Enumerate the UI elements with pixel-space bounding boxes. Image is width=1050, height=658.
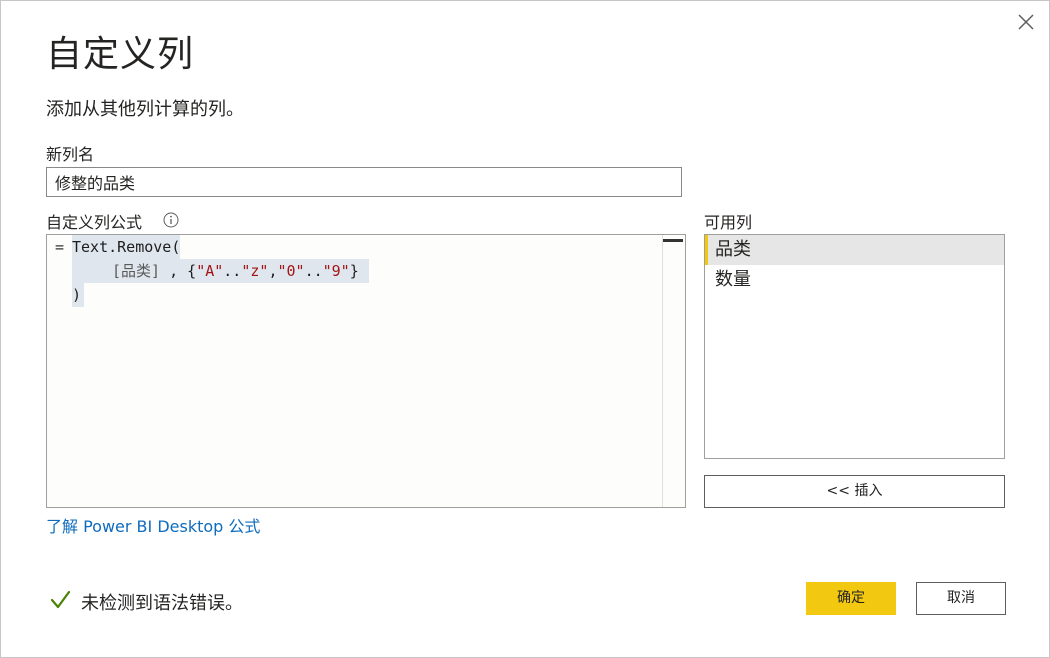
code-line-1: = Text.Remove( <box>47 235 663 259</box>
status-text: 未检测到语法错误。 <box>81 593 243 614</box>
formula-function: Text.Remove( <box>72 235 181 259</box>
formula-range-op: .. <box>304 262 323 280</box>
cancel-button[interactable]: 取消 <box>916 582 1006 615</box>
learn-formulas-link[interactable]: 了解 Power BI Desktop 公式 <box>46 513 260 537</box>
close-icon[interactable] <box>1015 11 1037 33</box>
info-icon[interactable] <box>163 212 179 228</box>
formula-editor[interactable]: = Text.Remove( [品类] , {"A".."z","0".."9"… <box>46 234 686 508</box>
custom-column-dialog: 自定义列 添加从其他列计算的列。 新列名 自定义列公式 = Text.Remov… <box>0 0 1050 658</box>
available-columns-label: 可用列 <box>704 213 753 232</box>
new-column-name-input[interactable] <box>46 167 682 197</box>
formula-string-a: "A" <box>196 262 224 280</box>
dialog-subtitle: 添加从其他列计算的列。 <box>46 99 244 120</box>
formula-code[interactable]: = Text.Remove( [品类] , {"A".."z","0".."9"… <box>47 235 663 307</box>
formula-string-9: "9" <box>322 262 350 280</box>
available-columns-list[interactable]: 品类 数量 <box>704 234 1005 459</box>
dialog-title: 自定义列 <box>46 34 195 75</box>
editor-scrollbar[interactable] <box>662 235 685 507</box>
formula-string-0: "0" <box>277 262 305 280</box>
check-icon <box>50 590 71 609</box>
column-item-quantity[interactable]: 数量 <box>705 265 1004 295</box>
formula-label: 自定义列公式 <box>46 213 143 232</box>
code-line-2: [品类] , {"A".."z","0".."9"} <box>47 259 663 283</box>
scrollbar-thumb[interactable] <box>663 239 683 242</box>
formula-range-op: .. <box>223 262 242 280</box>
formula-separator: , { <box>160 262 197 280</box>
formula-column-ref: [品类] <box>112 262 161 280</box>
formula-arguments: [品类] , {"A".."z","0".."9"} <box>72 259 369 283</box>
new-column-name-label: 新列名 <box>46 145 95 164</box>
insert-button[interactable]: << 插入 <box>704 475 1005 508</box>
column-item-category[interactable]: 品类 <box>705 235 1004 265</box>
ok-button[interactable]: 确定 <box>806 582 896 615</box>
code-line-3: ) <box>47 283 663 307</box>
formula-equals: = <box>55 238 65 256</box>
formula-close-brace: } <box>349 262 359 280</box>
formula-string-z: "z" <box>241 262 269 280</box>
formula-close-paren: ) <box>72 283 85 307</box>
